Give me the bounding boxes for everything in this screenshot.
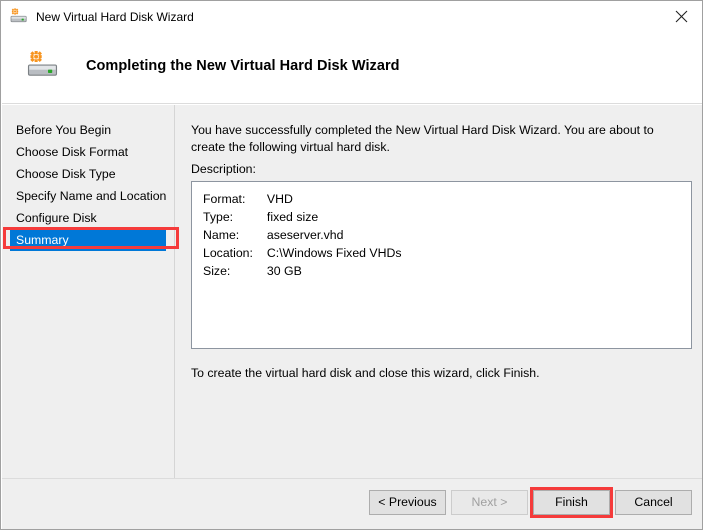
table-row: Type: fixed size bbox=[203, 210, 402, 228]
cancel-button[interactable]: Cancel bbox=[615, 490, 692, 515]
sidebar-item-label: Specify Name and Location bbox=[16, 189, 167, 203]
sidebar-item-specify-name-and-location[interactable]: Specify Name and Location bbox=[10, 185, 166, 207]
description-key: Location: bbox=[203, 246, 253, 260]
table-row: Format: VHD bbox=[203, 192, 402, 210]
intro-text: You have successfully completed the New … bbox=[191, 123, 654, 154]
close-icon[interactable] bbox=[659, 1, 702, 32]
sidebar-item-summary[interactable]: Summary bbox=[10, 229, 166, 251]
virtual-hard-disk-icon-large bbox=[27, 50, 59, 82]
wizard-header: Completing the New Virtual Hard Disk Wiz… bbox=[2, 33, 702, 104]
sidebar-item-label: Summary bbox=[16, 233, 69, 247]
sidebar-item-configure-disk[interactable]: Configure Disk bbox=[10, 207, 166, 229]
sidebar-item-choose-disk-format[interactable]: Choose Disk Format bbox=[10, 141, 166, 163]
sidebar-item-label: Choose Disk Format bbox=[16, 145, 129, 159]
previous-button[interactable]: < Previous bbox=[369, 490, 446, 515]
page-title: Completing the New Virtual Hard Disk Wiz… bbox=[86, 58, 400, 74]
table-row: Size: 30 GB bbox=[203, 264, 402, 282]
wizard-main-pane: You have successfully completed the New … bbox=[176, 105, 702, 478]
description-value: 30 GB bbox=[266, 264, 302, 278]
description-value: aseserver.vhd bbox=[266, 228, 344, 242]
description-key: Size: bbox=[203, 264, 231, 278]
description-table: Format: VHD Type: fixed size Name: asese… bbox=[203, 192, 402, 282]
wizard-footer: < Previous Next > Finish Cancel bbox=[2, 478, 702, 529]
sidebar-item-choose-disk-type[interactable]: Choose Disk Type bbox=[10, 163, 166, 185]
description-key: Type: bbox=[203, 210, 234, 224]
window-title: New Virtual Hard Disk Wizard bbox=[36, 10, 194, 24]
virtual-hard-disk-icon bbox=[10, 8, 28, 26]
description-key: Format: bbox=[203, 192, 246, 206]
description-value: C:\Windows Fixed VHDs bbox=[266, 246, 402, 260]
wizard-window: New Virtual Hard Disk Wizard Completing … bbox=[0, 0, 703, 530]
description-box: Format: VHD Type: fixed size Name: asese… bbox=[191, 181, 692, 349]
closing-instruction-text: To create the virtual hard disk and clos… bbox=[191, 366, 540, 380]
description-label: Description: bbox=[191, 162, 256, 176]
title-bar: New Virtual Hard Disk Wizard bbox=[1, 1, 702, 33]
table-row: Location: C:\Windows Fixed VHDs bbox=[203, 246, 402, 264]
sidebar-item-before-you-begin[interactable]: Before You Begin bbox=[10, 119, 166, 141]
wizard-body: Before You Begin Choose Disk Format Choo… bbox=[2, 105, 702, 478]
description-value: fixed size bbox=[266, 210, 319, 224]
description-value: VHD bbox=[266, 192, 293, 206]
sidebar-item-label: Configure Disk bbox=[16, 211, 97, 225]
next-button: Next > bbox=[451, 490, 528, 515]
wizard-steps-sidebar: Before You Begin Choose Disk Format Choo… bbox=[2, 105, 179, 478]
table-row: Name: aseserver.vhd bbox=[203, 228, 402, 246]
description-key: Name: bbox=[203, 228, 240, 242]
finish-button[interactable]: Finish bbox=[533, 490, 610, 515]
sidebar-item-label: Choose Disk Type bbox=[16, 167, 116, 181]
sidebar-item-label: Before You Begin bbox=[16, 123, 112, 137]
